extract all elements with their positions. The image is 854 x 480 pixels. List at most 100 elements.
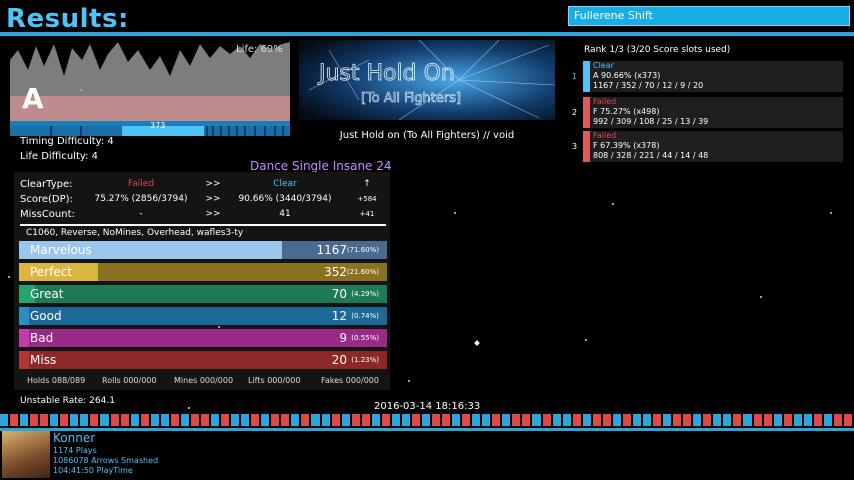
max-combo-label: 373 [150,121,166,130]
strip-segment [753,414,762,426]
strip-segment [562,414,571,426]
strip-segment [592,414,601,426]
rank-entry-status: Failed [593,97,617,106]
strip-segment [311,414,320,426]
judgment-percent: (1.23%) [351,356,379,364]
avatar [2,431,50,478]
cleartype-new: Clear [273,179,297,189]
strip-segment [622,414,631,426]
strip-segment [432,414,441,426]
score-arrow: >> [205,194,221,204]
strip-segment [20,414,29,426]
rank-entry-judgments: 992 / 309 / 108 / 25 / 13 / 39 [593,117,709,126]
judgment-row: Miss 20 (1.23%) [19,351,387,369]
rank-number: 2 [572,108,578,117]
rank-entry-status: Failed [593,131,617,140]
decorative-strip [0,414,854,426]
strip-segment [221,414,230,426]
strip-segment [833,414,842,426]
strip-segment [160,414,169,426]
strip-segment [30,414,39,426]
strip-segment [723,414,732,426]
star-particle [188,407,190,409]
judgment-count: 20 [331,353,347,367]
player-playtime: 104:41:50 PlayTime [53,466,133,475]
strip-segment [411,414,420,426]
rank-entry-status: Clear [593,61,614,70]
timing-difficulty: Timing Difficulty: 4 [20,136,114,147]
strip-segment [150,414,159,426]
rank-entry-color-bar [583,97,590,128]
strip-segment [582,414,591,426]
star-particle [218,326,220,328]
strip-segment [261,414,270,426]
rolls-count: Rolls 000/000 [102,376,157,385]
judgment-fill [19,351,29,369]
cleartype-delta: ↑ [363,179,371,189]
strip-segment [653,414,662,426]
strip-segment [522,414,531,426]
judgment-percent: (21.60%) [346,268,379,276]
strip-segment [90,414,99,426]
strip-segment [743,414,752,426]
judgment-count: 1167 [316,243,347,257]
fakes-count: Fakes 000/000 [321,376,379,385]
rank-entry-score: F 75.27% (x498) [593,107,660,116]
footer-divider [0,428,854,431]
rank-entry-judgments: 808 / 328 / 221 / 44 / 14 / 48 [593,151,709,160]
judgment-name: Bad [30,331,54,345]
strip-segment [371,414,380,426]
strip-segment [321,414,330,426]
strip-segment [401,414,410,426]
strip-segment [10,414,19,426]
star-particle [408,380,410,382]
player-name: Konner [53,431,96,445]
strip-segment [843,414,852,426]
judgment-row: Great 70 (4.29%) [19,285,387,303]
modifiers: C1060, Reverse, NoMines, Overhead, wafle… [26,228,244,238]
strip-segment [351,414,360,426]
strip-segment [180,414,189,426]
rank-entry-color-bar [583,61,590,92]
strip-segment [251,414,260,426]
theme-name-box: Fullerene Shift [568,6,850,26]
rank-entry[interactable]: Failed F 75.27% (x498) 992 / 309 / 108 / 2… [583,97,843,128]
strip-segment [241,414,250,426]
judgment-percent: (0.55%) [351,334,379,342]
misscount-delta: +41 [359,210,375,218]
strip-segment [231,414,240,426]
strip-segment [823,414,832,426]
strip-segment [693,414,702,426]
rank-entry-color-bar [583,131,590,162]
strip-segment [632,414,641,426]
judgment-percent: (4.29%) [351,290,379,298]
strip-segment [331,414,340,426]
star-particle [80,89,82,91]
star-particle [760,296,762,298]
judgment-count: 70 [331,287,347,301]
star-particle [454,212,456,214]
rank-entry-score: A 90.66% (x373) [593,71,661,80]
strip-segment [190,414,199,426]
strip-segment [663,414,672,426]
grade-letter: A [22,82,44,115]
rank-entry[interactable]: Failed F 67.39% (x378) 808 / 328 / 221 / 4… [583,131,843,162]
strip-segment [210,414,220,426]
score-label: Score(DP): [20,194,73,205]
strip-segment [110,414,119,426]
banner-subtitle: [To All Fighters] [361,91,461,106]
star-particle [612,203,614,205]
judgment-fill [19,307,29,325]
cleartype-label: ClearType: [20,179,73,190]
strip-segment [130,414,139,426]
score-delta: +584 [357,195,377,203]
star-particle [8,276,10,278]
rank-entry[interactable]: Clear A 90.66% (x373) 1167 / 352 / 70 / 12… [583,61,843,92]
judgment-count: 12 [331,309,347,323]
strip-segment [200,414,209,426]
strip-segment [462,414,471,426]
banner-title: Just Hold On [317,61,455,86]
header-divider [0,32,854,36]
strip-segment [291,414,300,426]
strip-segment [733,414,742,426]
